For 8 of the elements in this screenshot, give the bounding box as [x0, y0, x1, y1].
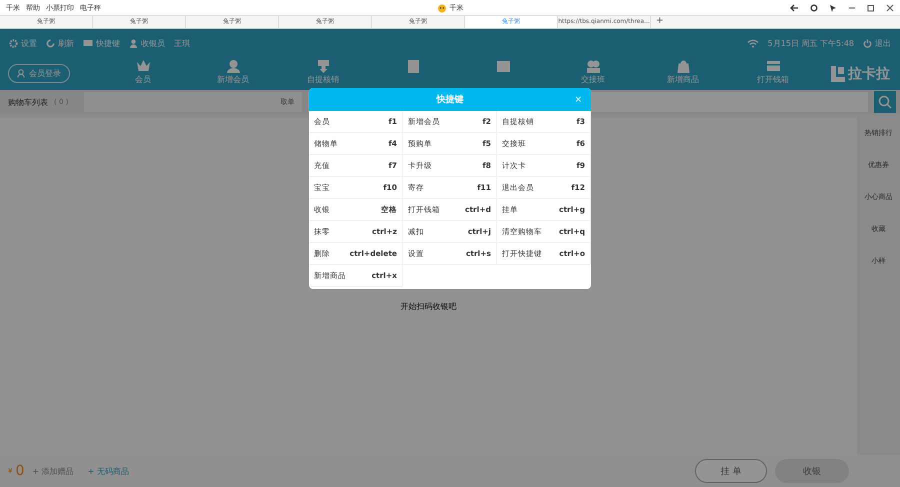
cart-title: 购物车列表 [8, 96, 48, 108]
total-amount: 0 [15, 463, 24, 479]
empty-cart-message: 开始扫码收银吧 [400, 301, 456, 312]
brand-name: 拉卡拉 [848, 64, 890, 82]
date-time: 5月15日 周五 下午5:48 [768, 38, 854, 48]
cashier-label: 收银员 [129, 38, 165, 48]
cashier-name: 王琪 [174, 38, 190, 48]
dialog-title: 快捷键 [436, 93, 464, 106]
